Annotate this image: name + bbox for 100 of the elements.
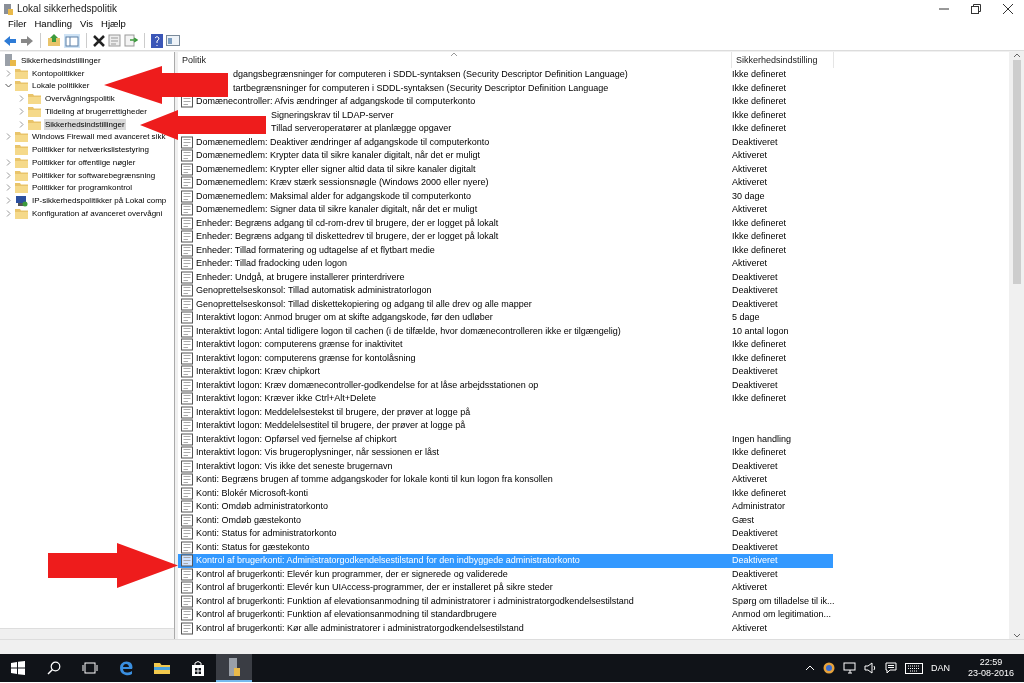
menu-item[interactable]: Hjælp (97, 17, 130, 31)
column-header[interactable]: Politik (178, 52, 732, 68)
folder-icon (15, 207, 28, 219)
policy-icon (178, 351, 193, 365)
policy-name: Enheder: Tillad fradocking uden logon (195, 257, 349, 270)
menu-item[interactable]: Handling (30, 17, 76, 31)
tree-item[interactable]: Politikker for programkontrol (31, 182, 134, 194)
policy-icon (178, 419, 193, 433)
scroll-down-icon[interactable] (1012, 633, 1021, 639)
chevron-up-icon[interactable] (804, 665, 815, 671)
setting-value: Ikke defineret (731, 230, 788, 243)
tree-item[interactable]: Kontopolitikker (31, 67, 86, 79)
policy-icon (178, 500, 193, 514)
scrollbar[interactable] (0, 628, 174, 639)
folder-up-icon[interactable] (47, 34, 61, 47)
tree-item[interactable]: Windows Firewall med avanceret sikk (31, 131, 167, 143)
policy-icon (178, 527, 193, 541)
orb-icon[interactable] (822, 662, 835, 674)
setting-value: Deaktiveret (731, 540, 779, 554)
close-icon[interactable] (1003, 3, 1013, 14)
policy-name: Domænemedlem: Maksimal alder for adgangskode til computerkonto (195, 189, 473, 203)
policy-name: Interaktivt logon: Kræv domænecontroller-godkendelse for at låse arbejdsstationen op (195, 378, 540, 392)
menu-item[interactable]: Vis (76, 17, 97, 31)
tree-item[interactable]: Politikker for offentlige nøgler (31, 156, 137, 168)
folder-icon (15, 80, 28, 92)
security-policy-app-icon[interactable] (228, 658, 240, 676)
setting-value: Ikke defineret (731, 108, 788, 122)
policy-icon (178, 203, 193, 217)
scrollbar[interactable] (1009, 52, 1024, 639)
policy-name: Domænemedlem: Signer data til sikre kanaler digitalt, når det er muligt (195, 203, 479, 216)
folder-icon[interactable] (154, 661, 170, 675)
policy-name: Interaktivt logon: Antal tidligere logon til cachen (i de tilfælde, hvor domænecontrolleren ikke er tilgængelig) (195, 324, 622, 338)
tree-item[interactable]: Politikker for netværkslistestyring (31, 144, 150, 156)
policy-name: Konti: Omdøb gæstekonto (195, 513, 303, 527)
restore-icon[interactable] (971, 3, 981, 14)
setting-value: Deaktiveret (731, 270, 779, 284)
tree-item[interactable]: Overvågningspolitik (44, 93, 116, 105)
language-indicator[interactable]: DAN (930, 662, 950, 674)
policy-icon (178, 365, 193, 379)
taskbar-app-button[interactable] (216, 654, 252, 682)
column-header[interactable]: Sikkerhedsindstilling (732, 52, 834, 68)
tree-item[interactable]: Konfiguration af avanceret overvågni (31, 207, 164, 219)
back-icon[interactable] (3, 34, 17, 47)
policy-name: Domænemedlem: Kræv stærk sessionsnøgle (Windows 2000 eller nyere) (195, 176, 490, 189)
folder-icon (28, 118, 41, 130)
search-icon[interactable] (47, 661, 61, 675)
setting-value: Administrator (731, 500, 786, 513)
folder-icon (15, 169, 28, 181)
tree-item[interactable]: Politikker for softwarebegrænsning (31, 169, 157, 181)
policy-name: Interaktivt logon: Opførsel ved fjernelse af chipkort (195, 432, 398, 446)
policy-icon (178, 608, 193, 622)
policy-name: Genoprettelseskonsol: Tillad diskettekopiering og adgang til alle drev og alle mapper (195, 297, 533, 311)
forward-icon[interactable] (20, 34, 34, 47)
clock-date[interactable]: 23-08-2016 (967, 668, 1014, 679)
policy-name: Konti: Begræns brugen af tomme adgangskoder for lokale konti til kun logon fra konsollen (195, 473, 554, 486)
scroll-thumb[interactable] (1012, 60, 1021, 284)
policy-name: Interaktivt logon: computerens grænse for kontolåsning (195, 351, 417, 365)
setting-value: Ikke defineret (731, 243, 788, 257)
volume-icon[interactable] (863, 662, 877, 674)
tree-item[interactable]: Sikkerhedsindstillinger (44, 118, 126, 130)
setting-value: 5 dage (731, 311, 761, 324)
tree-item[interactable]: Sikkerhedsindstillinger (20, 54, 102, 66)
clock-time[interactable]: 22:59 (967, 657, 1014, 668)
setting-value: Deaktiveret (731, 554, 833, 568)
policy-icon (178, 554, 193, 568)
store-icon[interactable] (191, 660, 205, 676)
policy-name: Enheder: Tillad formatering og udtagelse af et flytbart medie (195, 243, 436, 257)
keyboard-icon[interactable] (904, 662, 923, 674)
policy-icon (178, 135, 193, 149)
help-icon[interactable] (151, 33, 163, 48)
policy-name: Kontrol af brugerkonti: Administratorgodkendelsestilstand for den indbyggede administratorkonto (193, 554, 731, 568)
scroll-up-icon[interactable] (1012, 52, 1021, 58)
policy-name: Tillad serveroperatører at planlægge opgaver (270, 122, 453, 135)
network-icon[interactable] (842, 662, 856, 674)
policy-name: Signeringskrav til LDAP-server (270, 108, 395, 122)
delete-icon[interactable] (93, 34, 105, 47)
setting-value: Aktiveret (731, 176, 768, 189)
policy-name: Domænecontroller: Afvis ændringer af adgangskode til computerkonto (195, 95, 477, 108)
tree-item[interactable]: IP-sikkerhedspolitikker på Lokal comp (31, 195, 168, 207)
setting-value: Ikke defineret (731, 351, 788, 365)
policy-icon (178, 324, 193, 338)
setting-value: Aktiveret (731, 162, 768, 176)
task-view-icon[interactable] (82, 662, 98, 674)
export-icon[interactable] (124, 34, 138, 47)
setting-value: Aktiveret (731, 149, 768, 162)
view-icon[interactable] (166, 34, 180, 47)
menu-item[interactable]: Filer (4, 17, 31, 31)
notification-icon[interactable] (884, 662, 897, 674)
setting-value: Ikke defineret (731, 486, 788, 500)
policy-name: Domænemedlem: Deaktiver ændringer af adgangskode til computerkonto (195, 135, 491, 149)
console-tree-icon[interactable] (64, 33, 80, 48)
browser-icon[interactable] (118, 660, 134, 676)
policy-icon (178, 230, 193, 244)
start-icon[interactable] (11, 661, 25, 675)
policy-name: Interaktivt logon: Vis brugeroplysninger, når sessionen er låst (195, 446, 440, 459)
tree-item[interactable]: Lokale politikker (31, 80, 91, 92)
setting-value: Ikke defineret (731, 446, 788, 459)
policy-name: Interaktivt logon: Meddelelsestekst til brugere, der prøver at logge på (195, 405, 472, 419)
policy-icon (178, 486, 193, 500)
tree-item[interactable]: Tildeling af brugerrettigheder (44, 105, 148, 117)
